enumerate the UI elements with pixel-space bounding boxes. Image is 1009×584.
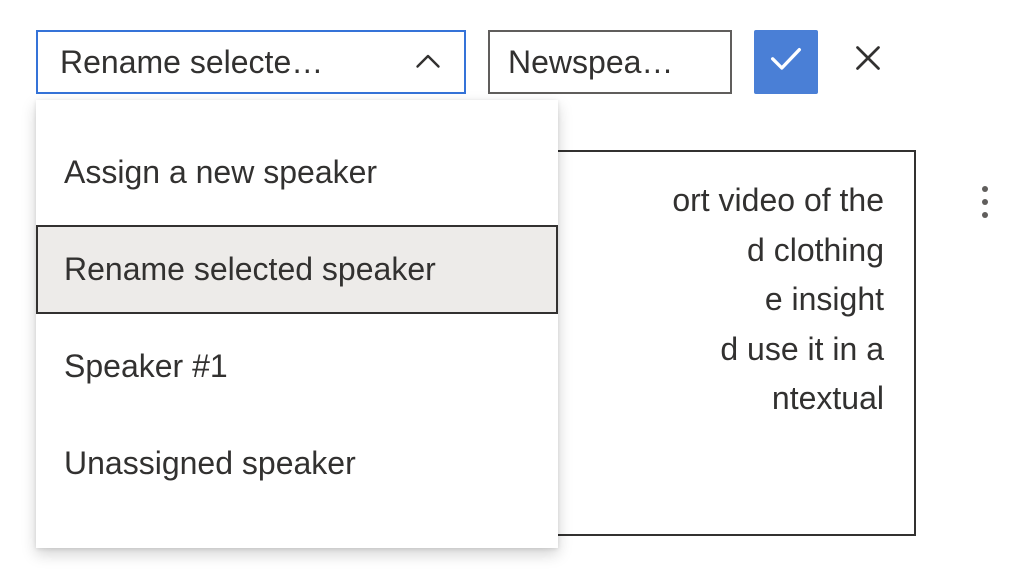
close-icon [850, 40, 886, 84]
dropdown-option-label: Unassigned speaker [64, 445, 356, 481]
dropdown-option-unassigned[interactable]: Unassigned speaker [36, 419, 558, 508]
speaker-action-dropdown-panel: Assign a new speaker Rename selected spe… [36, 100, 558, 548]
dropdown-option-speaker-1[interactable]: Speaker #1 [36, 322, 558, 411]
speaker-name-input[interactable]: Newspea… [488, 30, 732, 94]
speaker-name-value: Newspea… [508, 32, 712, 92]
speaker-action-dropdown[interactable]: Rename selecte… [36, 30, 466, 94]
dropdown-option-rename-selected[interactable]: Rename selected speaker [36, 225, 558, 314]
edit-speaker-toolbar: Rename selecte… Newspea… [36, 30, 973, 94]
check-icon [766, 38, 806, 86]
chevron-up-icon [410, 44, 446, 80]
dropdown-option-label: Assign a new speaker [64, 154, 377, 190]
more-options-button[interactable] [965, 178, 1005, 226]
dropdown-selected-label: Rename selecte… [60, 44, 323, 81]
dropdown-option-assign-new[interactable]: Assign a new speaker [36, 128, 558, 217]
cancel-button[interactable] [844, 38, 892, 86]
kebab-menu-icon [982, 186, 988, 218]
dropdown-option-label: Rename selected speaker [64, 251, 436, 287]
confirm-button[interactable] [754, 30, 818, 94]
dropdown-option-label: Speaker #1 [64, 348, 228, 384]
